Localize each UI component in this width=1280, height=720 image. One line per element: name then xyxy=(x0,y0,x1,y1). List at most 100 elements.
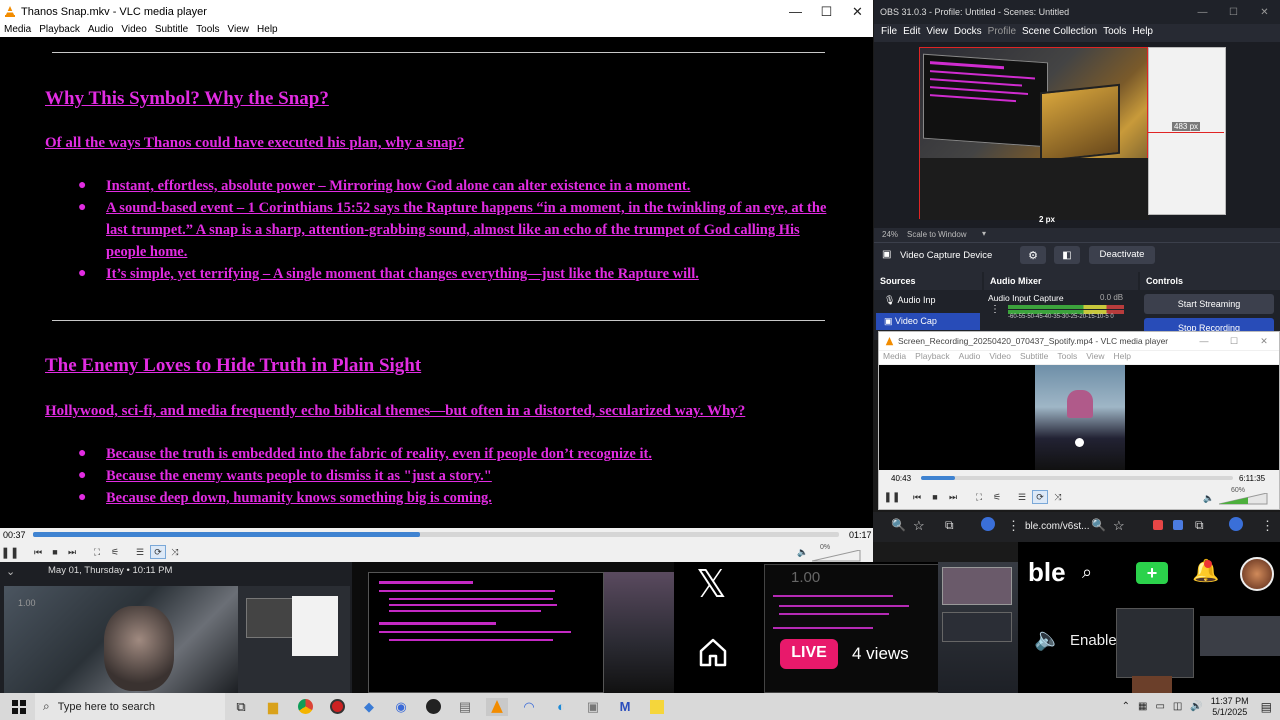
vlc2-loop-button[interactable]: ⟳ xyxy=(1032,490,1048,504)
app-icon[interactable]: ▣ xyxy=(582,698,604,716)
playlist-button[interactable]: ☰ xyxy=(132,545,148,559)
stop-button[interactable]: ■ xyxy=(47,545,63,559)
notifications-icon[interactable]: ▤ xyxy=(1261,700,1272,714)
vlc2-menu-playback[interactable]: Playback xyxy=(915,351,959,364)
star-icon[interactable]: ☆ xyxy=(1113,518,1125,534)
obs-menu-profile[interactable]: Profile xyxy=(987,24,1021,42)
vlc2-previous-button[interactable]: ⏮ xyxy=(909,490,925,504)
vlc-titlebar[interactable]: Thanos Snap.mkv - VLC media player — ☐ ✕ xyxy=(0,0,873,23)
vlc2-video-area[interactable] xyxy=(879,365,1279,470)
gear-icon[interactable]: ⚙ xyxy=(1020,246,1046,264)
vlc-taskbar-icon[interactable] xyxy=(486,697,508,716)
volume-icon[interactable]: 🔊 xyxy=(1190,701,1202,712)
vlc-video-area[interactable]: Why This Symbol? Why the Snap? Of all th… xyxy=(0,37,873,528)
enable-audio-label[interactable]: Enable xyxy=(1070,632,1117,649)
obs-preview[interactable]: 483 px 2 px xyxy=(874,42,1280,228)
vlc2-playlist-button[interactable]: ☰ xyxy=(1014,490,1030,504)
vlc2-speaker-icon[interactable]: 🔈 xyxy=(1201,491,1217,505)
menu-media[interactable]: Media xyxy=(2,23,37,38)
obs-maximize-button[interactable]: ☐ xyxy=(1218,1,1249,24)
obs-menu-edit[interactable]: Edit xyxy=(902,24,925,42)
edge-icon[interactable]: ◐ xyxy=(550,698,572,716)
app-icon[interactable]: ◠ xyxy=(518,698,540,716)
start-streaming-button[interactable]: Start Streaming xyxy=(1144,294,1274,314)
vlc2-pause-button[interactable]: ❚❚ xyxy=(884,490,901,504)
obs-taskbar-icon[interactable] xyxy=(422,698,444,716)
zoom-icon[interactable]: 🔍 xyxy=(1091,518,1106,532)
fullscreen-button[interactable]: ⛶ xyxy=(89,545,105,559)
seek-bar[interactable] xyxy=(33,532,839,537)
source-item-audio[interactable]: 🎙 Audio Inp xyxy=(876,293,980,309)
app-icon[interactable]: ◆ xyxy=(358,698,380,716)
record-app-icon[interactable] xyxy=(326,698,348,716)
obs-close-button[interactable]: ✕ xyxy=(1249,1,1280,24)
vlc2-fullscreen-button[interactable]: ⛶ xyxy=(971,490,987,504)
browser-url[interactable]: ble.com/v6st... xyxy=(1025,521,1089,532)
x-logo-icon[interactable]: 𝕏 xyxy=(696,562,727,606)
minimize-button[interactable]: — xyxy=(780,0,811,23)
menu-audio[interactable]: Audio xyxy=(86,23,120,38)
vlc2-menu-media[interactable]: Media xyxy=(883,351,915,364)
vlc2-menu-view[interactable]: View xyxy=(1086,351,1113,364)
menu-playback[interactable]: Playback xyxy=(37,23,86,38)
previous-button[interactable]: ⏮ xyxy=(30,545,46,559)
obs-menu-view[interactable]: View xyxy=(925,24,953,42)
menu-tools[interactable]: Tools xyxy=(194,23,225,38)
obs-menu-scene-collection[interactable]: Scene Collection xyxy=(1021,24,1102,42)
obs-minimize-button[interactable]: — xyxy=(1187,1,1218,24)
windows-start-icon[interactable] xyxy=(8,698,30,716)
upload-icon[interactable]: + xyxy=(1136,562,1168,584)
obs-titlebar[interactable]: OBS 31.0.3 - Profile: Untitled - Scenes:… xyxy=(874,0,1280,24)
chrome-icon[interactable] xyxy=(294,698,316,716)
menu-help[interactable]: Help xyxy=(255,23,284,38)
app-icon[interactable]: ▤ xyxy=(454,698,476,716)
vlc2-seek-bar[interactable] xyxy=(921,476,1233,480)
sticky-notes-icon[interactable] xyxy=(646,698,668,716)
vlc2-next-button[interactable]: ⏭ xyxy=(945,490,961,504)
source-item-video[interactable]: ▣ Video Cap xyxy=(876,313,980,330)
search-icon[interactable]: ⌕ xyxy=(1082,562,1092,583)
file-explorer-icon[interactable]: ▆ xyxy=(262,698,284,716)
obs-menu-file[interactable]: File xyxy=(880,24,902,42)
menu-view[interactable]: View xyxy=(226,23,256,38)
obs-menu-docks[interactable]: Docks xyxy=(953,24,987,42)
profile-avatar[interactable] xyxy=(1229,517,1243,531)
vlc2-stop-button[interactable]: ■ xyxy=(927,490,943,504)
menu-video[interactable]: Video xyxy=(119,23,152,38)
chevron-up-icon[interactable]: ⌃ xyxy=(1122,701,1130,712)
kebab-icon[interactable]: ⋮ xyxy=(1261,518,1274,534)
vlc2-menu-tools[interactable]: Tools xyxy=(1057,351,1086,364)
network-icon[interactable]: ◫ xyxy=(1173,701,1182,712)
vlc2-minimize-button[interactable]: — xyxy=(1189,336,1219,346)
thumbnail-stream[interactable]: 1.00 LIVE 4 views xyxy=(754,562,1018,693)
extension-icon[interactable] xyxy=(1173,520,1183,530)
shuffle-button[interactable]: ⤨ xyxy=(167,545,183,559)
filters-icon[interactable]: ◧ xyxy=(1054,246,1080,264)
vlc2-menu-audio[interactable]: Audio xyxy=(959,351,990,364)
extension-icon[interactable] xyxy=(1153,520,1163,530)
vlc2-volume-slider[interactable] xyxy=(1219,493,1269,505)
vlc2-maximize-button[interactable]: ☐ xyxy=(1219,336,1249,347)
vlc2-menu-subtitle[interactable]: Subtitle xyxy=(1020,351,1057,364)
loop-button[interactable]: ⟳ xyxy=(150,545,166,559)
close-button[interactable]: ✕ xyxy=(842,0,873,23)
search-icon[interactable]: 🔍 xyxy=(891,518,906,532)
chevron-down-icon[interactable]: ▾ xyxy=(982,229,986,238)
scale-mode-select[interactable]: Scale to Window xyxy=(907,230,967,239)
extended-settings-button[interactable]: ⚟ xyxy=(107,545,123,559)
user-avatar[interactable] xyxy=(1240,557,1274,591)
site-brand[interactable]: ble xyxy=(1028,557,1066,588)
vlc2-titlebar[interactable]: Screen_Recording_20250420_070437_Spotify… xyxy=(879,332,1279,350)
speaker-icon[interactable]: 🔈 xyxy=(795,545,811,559)
deactivate-button[interactable]: Deactivate xyxy=(1089,246,1155,264)
task-view-icon[interactable]: ⧉ xyxy=(230,698,252,716)
kebab-icon[interactable]: ⋮ xyxy=(1007,518,1020,534)
speaker-icon[interactable]: 🔈 xyxy=(1034,626,1061,652)
thumbnail-left[interactable]: May 01, Thursday • 10:11 PM ⌄ 1.00 xyxy=(0,562,352,693)
thumbnail-middle[interactable] xyxy=(352,562,674,693)
app-icon[interactable]: ◉ xyxy=(390,698,412,716)
captured-scene[interactable] xyxy=(919,47,1149,220)
vlc2-extended-button[interactable]: ⚟ xyxy=(989,490,1005,504)
vlc2-shuffle-button[interactable]: ⤨ xyxy=(1050,490,1066,504)
clock[interactable]: 11:37 PM 5/1/2025 xyxy=(1211,696,1249,718)
